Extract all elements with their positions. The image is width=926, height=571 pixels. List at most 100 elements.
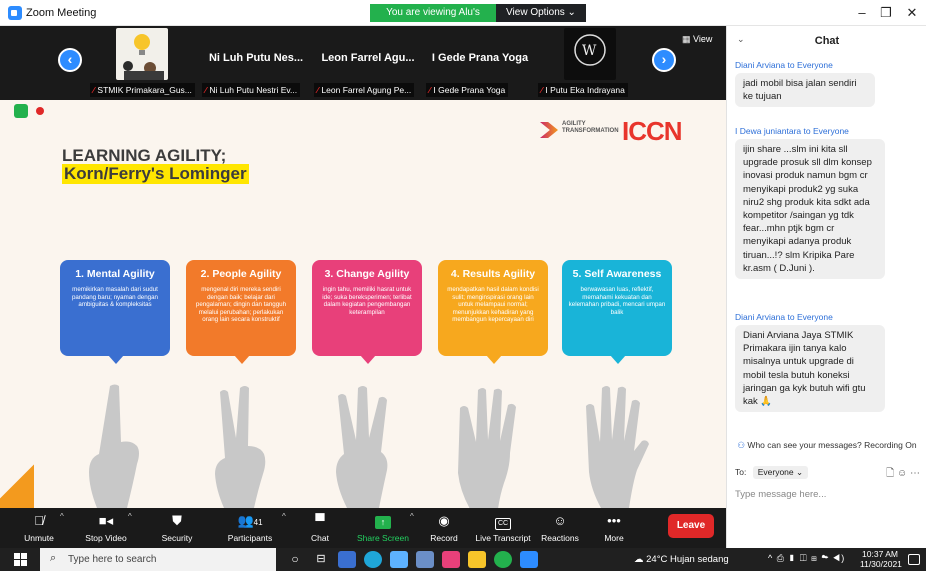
agility-card: 2. People Agility mengenal diri mereka s… bbox=[186, 260, 296, 364]
video-tile[interactable]: I Gede Prana Yoga ⁄ I Gede Prana Yoga bbox=[424, 26, 536, 100]
chrome-icon[interactable] bbox=[494, 551, 512, 568]
chat-actions: 🗋 ☺ ⋯ bbox=[886, 466, 920, 483]
closed-caption-icon: CC bbox=[472, 511, 534, 533]
strip-view-button[interactable]: ▦ View bbox=[682, 34, 712, 45]
file-explorer-icon[interactable] bbox=[338, 551, 356, 568]
video-tile[interactable]: ⁄ STMIK Primakara_Gus... bbox=[88, 26, 200, 100]
stop-video-button[interactable]: ■◂ Stop Video ^ bbox=[78, 508, 134, 548]
app-icon[interactable] bbox=[416, 551, 434, 568]
windows-start-icon[interactable] bbox=[14, 553, 27, 566]
leave-button[interactable]: Leave bbox=[668, 514, 714, 538]
hand-two-fingers-icon bbox=[206, 382, 276, 508]
record-icon: ◉ bbox=[438, 513, 450, 528]
hand-four-fingers-icon bbox=[456, 382, 526, 508]
message-privacy-link[interactable]: ⚇ Who can see your messages? Recording O… bbox=[727, 440, 926, 451]
recipient-select[interactable]: Everyone ⌄ bbox=[752, 466, 809, 479]
slide-title: LEARNING AGILITY; bbox=[62, 146, 227, 165]
shared-screen: LEARNING AGILITY; Korn/Ferry's Lominger … bbox=[0, 100, 726, 508]
close-button[interactable]: ✕ bbox=[902, 4, 922, 22]
agility-card: 5. Self Awareness berwawasan luas, refle… bbox=[562, 260, 672, 364]
chat-message: Diani Arviana to Everyone jadi mobil bis… bbox=[735, 60, 921, 108]
smiley-icon: ☺ bbox=[553, 513, 567, 528]
mic-muted-icon: ⁄ bbox=[541, 85, 543, 95]
notification-icon[interactable] bbox=[908, 554, 920, 565]
participants-button[interactable]: 👥41 Participants ^ bbox=[222, 508, 286, 548]
participant-label: ⁄ I Putu Eka Indrayana bbox=[538, 83, 628, 97]
chat-button[interactable]: ▀ Chat bbox=[300, 508, 340, 548]
message-sender: I Dewa juniantara to Everyone bbox=[735, 126, 849, 136]
agility-card: 3. Change Agility ingin tahu, memiliki h… bbox=[312, 260, 422, 364]
more-icon[interactable]: ⋯ bbox=[910, 468, 920, 479]
weather-widget[interactable]: ☁ 24°C Hujan sedang bbox=[634, 554, 729, 565]
chat-message-input[interactable] bbox=[735, 484, 921, 504]
hand-five-fingers-icon bbox=[580, 382, 650, 508]
recipient-row: To: Everyone ⌄ bbox=[735, 466, 809, 479]
recording-icon bbox=[36, 107, 44, 115]
participant-name: I Gede Prana Yoga bbox=[431, 52, 529, 64]
message-bubble: jadi mobil bisa jalan sendiri ke tujuan bbox=[735, 73, 875, 108]
viewing-screen-banner: You are viewing Alu's screen bbox=[370, 4, 496, 36]
chevron-up-icon[interactable]: ^ bbox=[282, 512, 286, 521]
participant-photo bbox=[116, 28, 168, 80]
share-screen-button[interactable]: ↑ Share Screen ^ bbox=[352, 508, 414, 548]
system-clock[interactable]: 10:37 AM 11/30/2021 bbox=[860, 549, 902, 569]
reactions-button[interactable]: ☺ Reactions bbox=[540, 508, 580, 548]
participant-label: ⁄ I Gede Prana Yoga bbox=[426, 83, 509, 97]
video-tile[interactable]: Leon Farrel Agu... ⁄ Leon Farrel Agung Pe… bbox=[312, 26, 424, 100]
shield-icon[interactable] bbox=[14, 104, 28, 118]
unmute-button[interactable]: 🎙̸ Unmute ^ bbox=[14, 508, 64, 548]
ellipsis-icon: ••• bbox=[607, 513, 621, 528]
security-button[interactable]: ⛊ Security bbox=[152, 508, 202, 548]
app-icon[interactable] bbox=[390, 551, 408, 568]
chevron-up-icon[interactable]: ^ bbox=[128, 512, 132, 521]
emoji-icon[interactable]: ☺ bbox=[897, 468, 907, 479]
mic-muted-icon: ⁄ bbox=[93, 85, 95, 95]
more-button[interactable]: ••• More bbox=[596, 508, 632, 548]
participants-icon: 👥41 bbox=[237, 513, 263, 528]
chat-header: ⌄ Chat bbox=[727, 26, 926, 56]
zoom-window: Zoom Meeting You are viewing Alu's scree… bbox=[0, 0, 926, 571]
cloud-icon: ☁ bbox=[634, 554, 644, 565]
edge-icon[interactable] bbox=[364, 551, 382, 568]
minimize-button[interactable]: – bbox=[852, 4, 872, 22]
chevron-up-icon[interactable]: ^ bbox=[60, 512, 64, 521]
restore-button[interactable]: ❐ bbox=[876, 4, 896, 22]
cortana-icon[interactable]: ○ bbox=[286, 551, 304, 568]
hand-one-finger-icon bbox=[80, 382, 150, 508]
app-icon[interactable] bbox=[442, 551, 460, 568]
strip-prev-arrow-icon[interactable]: ‹ bbox=[58, 48, 82, 72]
task-view-icon[interactable]: ⊟ bbox=[312, 551, 330, 568]
zoom-taskbar-icon[interactable] bbox=[520, 551, 538, 568]
agility-transformation-logo: AGILITY TRANSFORMATION bbox=[540, 120, 620, 146]
mic-muted-icon: ⁄ bbox=[429, 85, 431, 95]
participant-logo: W bbox=[564, 28, 616, 80]
shield-icon: ⛊ bbox=[172, 513, 182, 528]
window-title: Zoom Meeting bbox=[26, 7, 97, 19]
video-tile[interactable]: W ⁄ I Putu Eka Indrayana bbox=[536, 26, 648, 100]
video-camera-icon: ■◂ bbox=[98, 513, 114, 528]
participant-label: ⁄ Leon Farrel Agung Pe... bbox=[314, 83, 415, 97]
slide-subtitle: Korn/Ferry's Lominger bbox=[62, 164, 249, 184]
record-button[interactable]: ◉ Record bbox=[426, 508, 462, 548]
message-sender: Diani Arviana to Everyone bbox=[735, 60, 833, 70]
zoom-app-icon bbox=[8, 6, 22, 20]
taskbar-search[interactable]: ⌕ Type here to search bbox=[40, 548, 276, 571]
chat-panel: ⌄ Chat Diani Arviana to Everyone jadi mo… bbox=[726, 26, 926, 548]
file-icon[interactable]: 🗋 bbox=[886, 468, 894, 479]
people-icon: ⚇ bbox=[737, 440, 746, 450]
strip-next-arrow-icon[interactable]: › bbox=[652, 48, 676, 72]
app-icon[interactable] bbox=[468, 551, 486, 568]
windows-taskbar: ⌕ Type here to search ○ ⊟ ☁ 24°C Hujan s… bbox=[0, 548, 926, 571]
svg-text:W: W bbox=[582, 43, 597, 59]
view-options-button[interactable]: View Options ⌄ bbox=[496, 4, 586, 22]
system-tray[interactable]: ^ ⎙ ▮ ◫ ⊞ ☁ ◀) bbox=[768, 553, 845, 564]
live-transcript-button[interactable]: CC Live Transcript bbox=[472, 508, 534, 548]
agility-card: 4. Results Agility mendapatkan hasil dal… bbox=[438, 260, 548, 364]
share-screen-icon: ↑ bbox=[352, 511, 414, 533]
microphone-muted-icon: 🎙̸ bbox=[34, 513, 44, 528]
message-sender: Diani Arviana to Everyone bbox=[735, 312, 833, 322]
chat-message: Diani Arviana to Everyone Diani Arviana … bbox=[735, 312, 921, 413]
chevron-up-icon[interactable]: ^ bbox=[410, 512, 414, 521]
mic-muted-icon: ⁄ bbox=[317, 85, 319, 95]
video-tile[interactable]: Ni Luh Putu Nes... ⁄ Ni Luh Putu Nestri E… bbox=[200, 26, 312, 100]
